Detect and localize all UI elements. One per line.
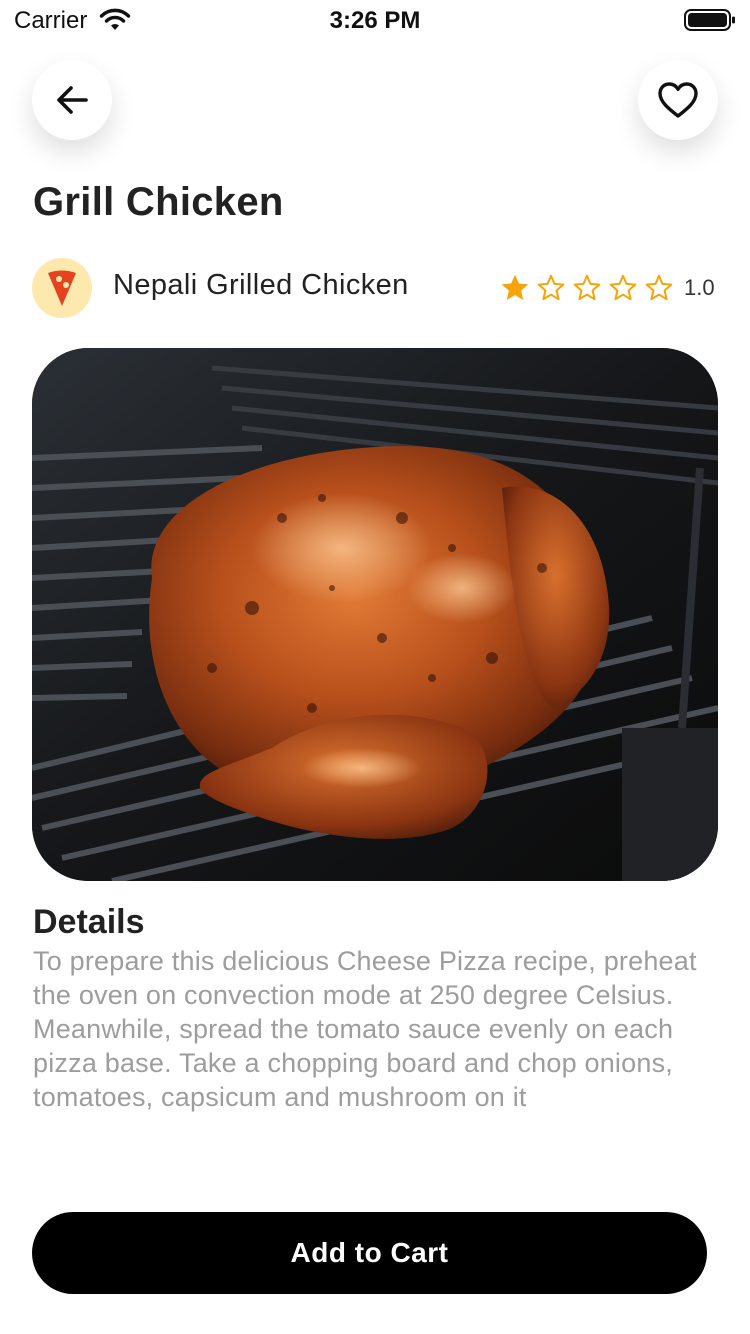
star-outline-icon [537, 274, 565, 301]
status-bar: Carrier 3:26 PM [0, 0, 750, 40]
add-to-cart-button[interactable]: Add to Cart [32, 1212, 707, 1294]
details-heading: Details [33, 903, 145, 941]
details-text: To prepare this delicious Cheese Pizza r… [33, 946, 697, 1112]
add-to-cart-label: Add to Cart [290, 1237, 449, 1268]
back-button[interactable] [32, 60, 112, 140]
star-outline-icon [645, 274, 673, 301]
product-title: Grill Chicken [33, 180, 284, 224]
restaurant-name: Nepali Grilled Chicken [113, 269, 409, 301]
pizza-slice-icon [48, 270, 76, 306]
rating-value: 1.0 [684, 275, 715, 300]
rating: 1.0 [498, 272, 715, 304]
battery-icon [684, 9, 735, 31]
restaurant-logo [32, 258, 92, 318]
star-outline-icon [609, 274, 637, 301]
clock: 3:26 PM [329, 7, 421, 34]
food-image [32, 348, 718, 881]
heart-outline-icon [658, 82, 698, 118]
arrow-left-icon [57, 86, 88, 114]
star-filled-icon [501, 274, 529, 300]
favorite-button[interactable] [638, 60, 718, 140]
grilled-chicken-photo [32, 348, 718, 881]
star-outline-icon [573, 274, 601, 301]
